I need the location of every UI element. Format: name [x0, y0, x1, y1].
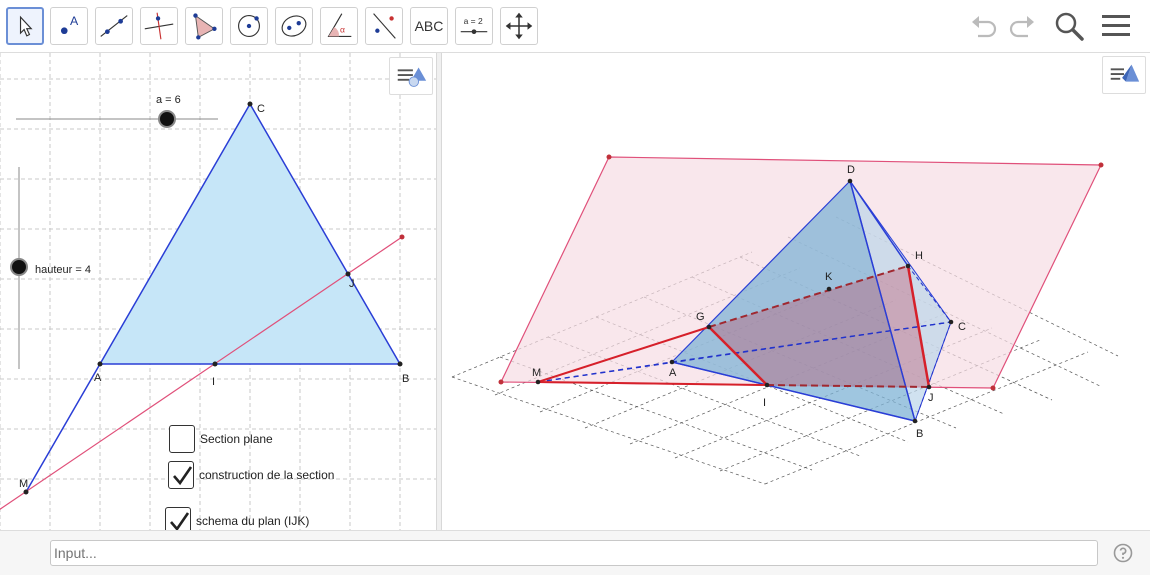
point3d-label-i: I — [763, 397, 767, 409]
stylebar-toggle-3d[interactable] — [1102, 56, 1146, 94]
slider-hauteur-handle[interactable] — [10, 258, 28, 276]
checkbox-schema-plan-label: schema du plan (IJK) — [196, 514, 310, 528]
point-label-m: M — [19, 478, 29, 490]
point3d-label-c: C — [958, 321, 966, 333]
polygon-tool-button[interactable] — [185, 7, 223, 45]
cursor-arrow-icon — [19, 15, 33, 37]
slider-hauteur-label: hauteur = 4 — [35, 264, 91, 276]
graphics-2d-canvas[interactable] — [0, 53, 436, 530]
circle-center-point-icon — [238, 15, 260, 37]
main-menu-button[interactable] — [1098, 8, 1134, 44]
move-graphics-tool-button[interactable] — [500, 7, 538, 45]
reflect-tool-button[interactable] — [365, 7, 403, 45]
toolbar: A α ABC a = 2 — [0, 0, 1150, 53]
slider-a-handle[interactable] — [158, 110, 176, 128]
slider-icon: a = 2 — [460, 16, 488, 35]
point3d-label-d: D — [847, 164, 855, 176]
point-icon: A — [60, 14, 79, 35]
perpendicular-line-icon — [144, 12, 174, 40]
redo-button[interactable] — [1004, 8, 1040, 44]
stylebar-3d-icon — [1110, 64, 1140, 82]
help-icon[interactable] — [1113, 543, 1133, 563]
conic-tool-button[interactable] — [275, 7, 313, 45]
point3d-label-m: M — [532, 367, 542, 379]
graphics-3d-canvas[interactable] — [442, 53, 1150, 530]
text-tool-button[interactable]: ABC — [410, 7, 448, 45]
line-am[interactable] — [25, 363, 101, 493]
line-through-points-icon — [100, 15, 128, 37]
point3d-label-g: G — [696, 311, 705, 323]
search-button[interactable] — [1051, 8, 1087, 44]
point-label-i: I — [212, 376, 216, 388]
point3d-label-k: K — [825, 271, 833, 283]
text-icon: ABC — [414, 18, 444, 34]
stylebar-icon — [397, 67, 427, 87]
redo-icon — [1009, 16, 1034, 38]
stylebar-toggle-2d[interactable] — [389, 57, 433, 95]
point3d-label-j: J — [928, 392, 934, 404]
point3d-label-h: H — [915, 250, 923, 262]
point-label-j: J — [349, 278, 355, 290]
reflect-about-line-icon — [373, 13, 396, 39]
point-label-a: A — [94, 372, 102, 384]
checkbox-construction-section[interactable] — [168, 461, 194, 489]
move-tool-button[interactable] — [6, 7, 44, 45]
angle-icon: α — [327, 13, 352, 37]
graphics-view-3d[interactable]: D H K G C A M I J B — [442, 53, 1150, 530]
slider-tool-button[interactable]: a = 2 — [455, 7, 493, 45]
move-graphics-view-icon — [505, 12, 533, 40]
line-tool-button[interactable] — [95, 7, 133, 45]
circle-tool-button[interactable] — [230, 7, 268, 45]
point-label-c: C — [257, 103, 265, 115]
checkmark-icon — [173, 466, 193, 486]
svg-text:A: A — [70, 14, 79, 28]
triangle-abc[interactable] — [98, 102, 402, 365]
algebra-input-field[interactable] — [50, 540, 1098, 566]
undo-icon — [972, 16, 997, 38]
polygon-icon — [193, 13, 217, 40]
point-label-b: B — [402, 373, 410, 385]
graphics-view-2d[interactable]: a = 6 hauteur = 4 C A B I J M Section pl… — [0, 53, 436, 530]
perpendicular-tool-button[interactable] — [140, 7, 178, 45]
slider-a-label: a = 6 — [156, 94, 181, 106]
svg-text:a = 2: a = 2 — [464, 16, 483, 26]
menu-icon — [1102, 15, 1130, 36]
checkbox-construction-section-label: construction de la section — [199, 468, 335, 482]
checkbox-section-plane-label: Section plane — [200, 432, 273, 446]
point3d-label-a: A — [669, 367, 677, 379]
undo-button[interactable] — [966, 8, 1002, 44]
checkmark-icon — [170, 512, 190, 530]
point3d-label-b: B — [916, 428, 924, 440]
checkbox-schema-plan[interactable] — [165, 507, 191, 530]
input-bar — [0, 530, 1150, 575]
checkbox-section-plane[interactable] — [169, 425, 195, 453]
svg-text:α: α — [340, 25, 345, 35]
angle-tool-button[interactable]: α — [320, 7, 358, 45]
ellipse-icon — [281, 15, 307, 37]
search-icon — [1055, 12, 1084, 41]
point-tool-button[interactable]: A — [50, 7, 88, 45]
